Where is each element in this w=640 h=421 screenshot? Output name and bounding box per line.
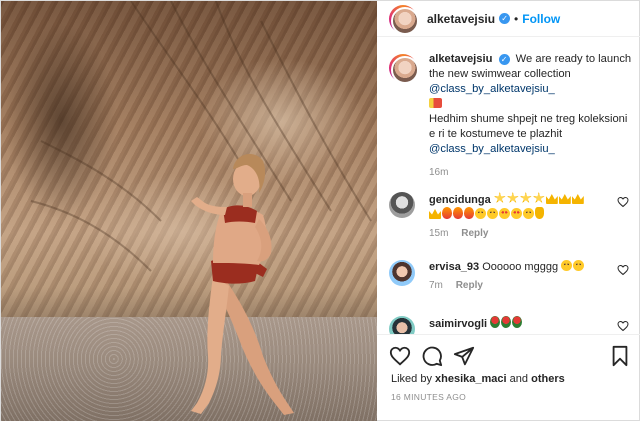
star-emoji-icon xyxy=(520,192,532,203)
save-bookmark-icon[interactable] xyxy=(609,345,631,367)
commenter-avatar[interactable] xyxy=(389,260,415,286)
caption-verified-badge-icon: ✓ xyxy=(498,54,510,65)
share-paper-plane-icon[interactable] xyxy=(453,345,475,367)
star-emoji-icon xyxy=(533,192,545,203)
post-photo[interactable] xyxy=(1,1,377,421)
like-heart-icon[interactable] xyxy=(389,345,411,367)
fire-emoji-icon xyxy=(442,207,452,219)
caption-text: alketavejsiu ✓ We are ready to launch th… xyxy=(429,52,633,157)
post-header: alketavejsiu ✓ • Follow xyxy=(377,1,640,37)
commenter-username[interactable]: gencidunga xyxy=(429,194,491,206)
action-bar: Liked by xhesika_maci and others 16 MINU… xyxy=(377,334,640,421)
comment-time[interactable]: 15m xyxy=(429,228,448,239)
comments-section[interactable]: alketavejsiu ✓ We are ready to launch th… xyxy=(377,38,640,334)
comment-meta: 7m Reply xyxy=(429,280,629,291)
likes-summary: Liked by xhesika_maci and others xyxy=(391,373,565,385)
crown-emoji-icon xyxy=(545,194,558,204)
liker-username[interactable]: xhesika_maci xyxy=(435,373,507,385)
follow-button[interactable]: Follow xyxy=(522,12,560,26)
commenter-username[interactable]: saimirvogli xyxy=(429,318,487,330)
likes-and: and xyxy=(509,373,529,385)
commenter-avatar[interactable] xyxy=(389,316,415,334)
profile-avatar[interactable] xyxy=(389,4,419,35)
caption: alketavejsiu ✓ We are ready to launch th… xyxy=(389,52,633,178)
crown-emoji-icon xyxy=(429,209,441,219)
woman-figure xyxy=(30,1,372,415)
heart-eyes-emoji-icon xyxy=(511,208,522,219)
money-bag-emoji-icon xyxy=(535,207,544,219)
separator-dot: • xyxy=(514,11,519,26)
comment-body: ervisa_93 Oooooo mgggg xyxy=(429,260,629,274)
comment-like-heart-icon[interactable] xyxy=(617,320,629,332)
caption-albanian: Hedhim shume shpejt ne treg koleksioni e… xyxy=(429,113,628,140)
comment-item: saimirvogli xyxy=(389,316,629,334)
rose-emoji-icon xyxy=(501,316,512,328)
caption-mention-2[interactable]: @class_by_alketavejsiu_ xyxy=(429,143,555,155)
rose-emoji-icon xyxy=(512,316,523,328)
commenter-username[interactable]: ervisa_93 xyxy=(429,261,479,273)
reply-button[interactable]: Reply xyxy=(461,228,488,239)
comment-like-heart-icon[interactable] xyxy=(617,196,629,208)
heart-eyes-emoji-icon xyxy=(499,208,510,219)
smile-emoji-icon xyxy=(561,260,573,271)
comment-body: gencidunga xyxy=(429,192,629,222)
comment-text: Oooooo mgggg xyxy=(482,261,559,273)
commenter-avatar[interactable] xyxy=(389,192,415,218)
comment-body: saimirvogli xyxy=(429,316,629,331)
smile-emoji-icon xyxy=(523,208,534,219)
post-timestamp[interactable]: 16 MINUTES AGO xyxy=(391,392,466,402)
comment-like-heart-icon[interactable] xyxy=(617,264,629,276)
fire-emoji-icon xyxy=(453,207,463,219)
crown-emoji-icon xyxy=(558,194,571,204)
likes-others-link[interactable]: others xyxy=(531,373,565,385)
comment-meta: 15m Reply xyxy=(429,228,629,239)
caption-username[interactable]: alketavejsiu xyxy=(429,53,492,65)
rose-emoji-icon xyxy=(490,316,501,328)
fire-emoji-icon xyxy=(464,207,474,219)
reply-button[interactable]: Reply xyxy=(456,280,483,291)
header-username[interactable]: alketavejsiu xyxy=(427,12,495,26)
smile-emoji-icon xyxy=(487,208,498,219)
flag-emoji-icon xyxy=(429,98,442,108)
caption-time[interactable]: 16m xyxy=(429,167,633,178)
comment-item: gencidunga 15m Reply xyxy=(389,192,629,239)
crown-emoji-icon xyxy=(571,194,584,204)
smile-emoji-icon xyxy=(475,208,486,219)
comment-bubble-icon[interactable] xyxy=(421,345,443,367)
verified-badge-icon: ✓ xyxy=(499,13,511,24)
star-emoji-icon xyxy=(494,192,506,203)
caption-avatar[interactable] xyxy=(389,54,419,84)
likes-prefix: Liked by xyxy=(391,373,432,385)
smile-emoji-icon xyxy=(573,260,585,271)
instagram-post: alketavejsiu ✓ • Follow alketavejsiu ✓ W… xyxy=(0,0,640,421)
star-emoji-icon xyxy=(507,192,519,203)
comment-item: ervisa_93 Oooooo mgggg 7m Reply xyxy=(389,260,629,291)
comment-time[interactable]: 7m xyxy=(429,280,443,291)
caption-mention-1[interactable]: @class_by_alketavejsiu_ xyxy=(429,83,555,95)
